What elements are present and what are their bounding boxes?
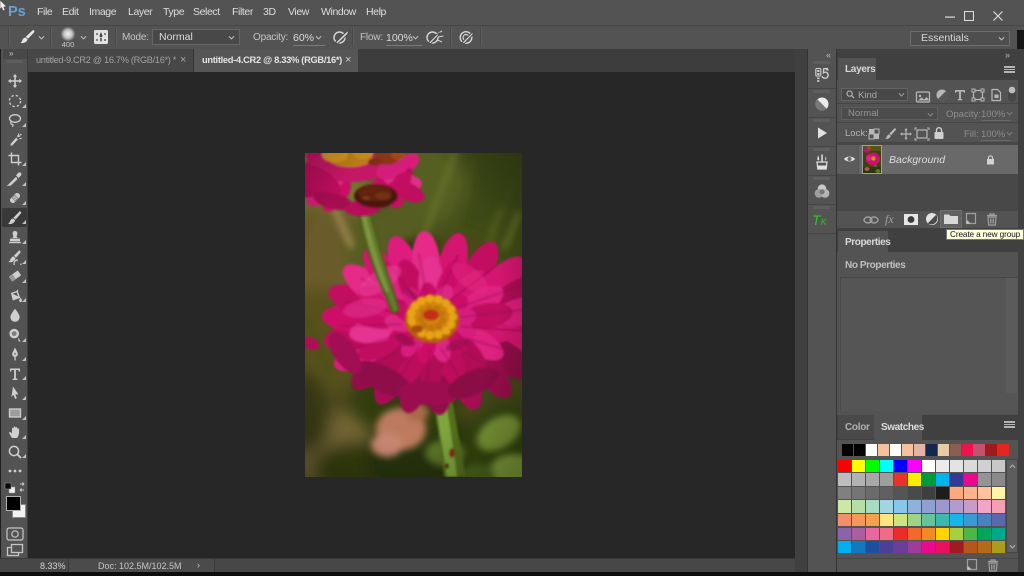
svg-text:fx: fx bbox=[885, 212, 894, 226]
